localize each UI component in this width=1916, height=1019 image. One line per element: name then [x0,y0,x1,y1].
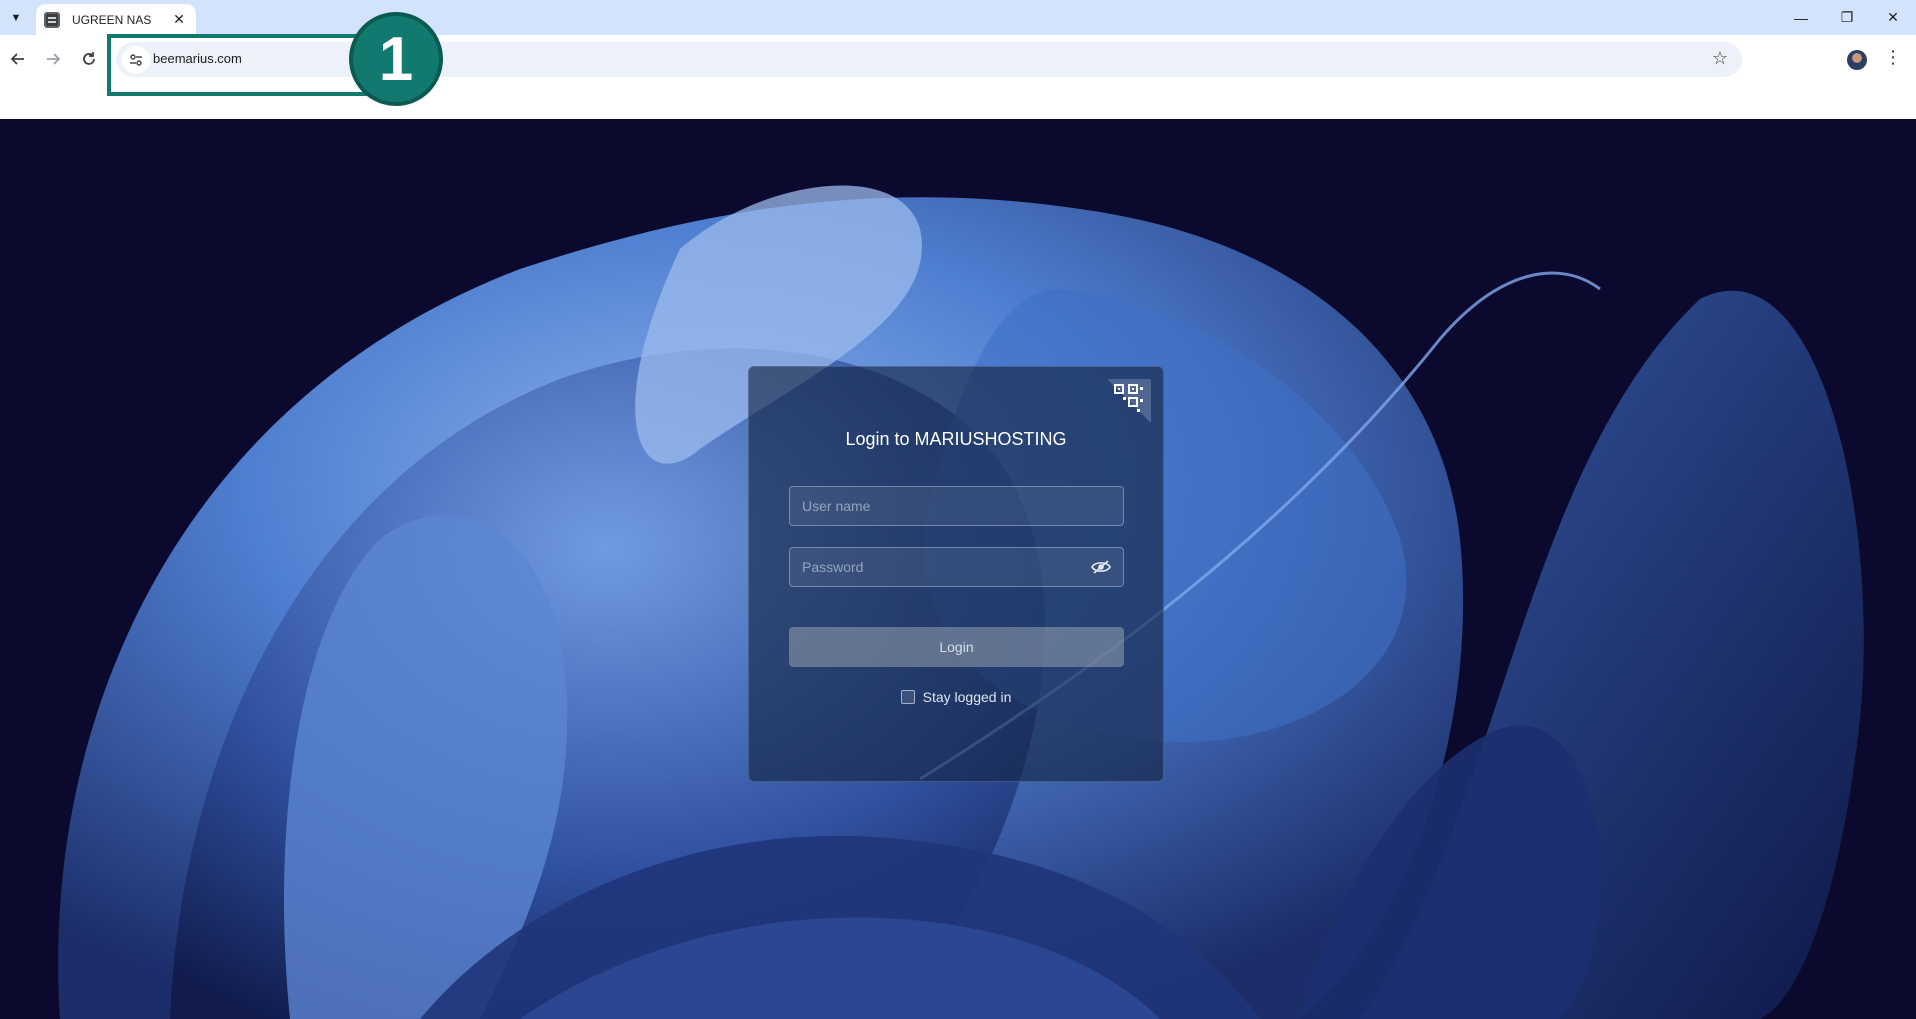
profile-avatar[interactable] [1847,50,1867,70]
bookmark-star-icon[interactable]: ☆ [1712,48,1728,69]
login-title: Login to MARIUSHOSTING [845,429,1067,449]
tab-strip: ▼ UGREEN NAS ✕ — ❐ ✕ [0,0,1916,35]
tab-title: UGREEN NAS [72,12,152,27]
annotation-highlight-box [107,34,379,96]
password-input[interactable] [789,547,1124,587]
login-card: Login to MARIUSHOSTING Login Stay logged… [748,366,1164,782]
stay-logged-in-row: Stay logged in [749,689,1163,705]
reload-button[interactable] [73,43,105,75]
annotation-step-number: 1 [378,24,414,94]
chevron-down-icon: ▼ [10,12,22,24]
login-button[interactable]: Login [789,627,1124,667]
minimize-button[interactable]: — [1778,0,1824,35]
tab-search-button[interactable]: ▼ [4,6,28,30]
restore-button[interactable]: ❐ [1824,0,1870,35]
back-button[interactable] [2,43,34,75]
eye-slash-icon[interactable] [1091,560,1111,574]
page-viewport: Login to MARIUSHOSTING Login Stay logged… [0,119,1916,1019]
reload-icon [83,52,95,65]
qr-code-icon[interactable] [1107,379,1151,423]
arrow-right-icon [47,53,61,65]
stay-logged-in-checkbox[interactable] [900,690,915,704]
close-window-button[interactable]: ✕ [1870,0,1916,35]
window-controls: — ❐ ✕ [1778,0,1916,35]
forward-button[interactable] [37,43,69,75]
close-tab-icon[interactable]: ✕ [170,11,188,28]
browser-tab[interactable]: UGREEN NAS ✕ [36,4,196,35]
nas-favicon-icon [44,11,60,28]
annotation-step-badge: 1 [349,12,443,106]
menu-dots-icon[interactable]: ⋮ [1884,47,1902,68]
username-input[interactable] [789,486,1124,526]
arrow-left-icon [10,53,24,65]
stay-logged-in-label[interactable]: Stay logged in [923,689,1012,705]
